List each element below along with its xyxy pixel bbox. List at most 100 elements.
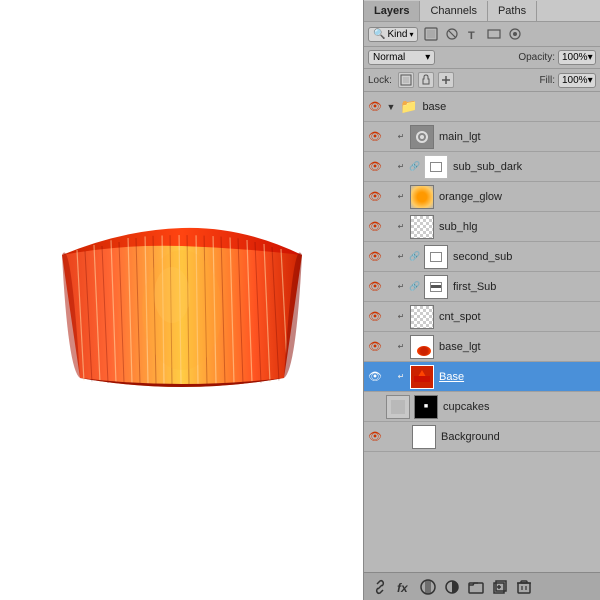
eye-icon: 👁 bbox=[368, 220, 382, 233]
layer-name-sub-hlg: sub_hlg bbox=[436, 221, 478, 233]
lock-label: Lock: bbox=[368, 75, 392, 86]
eye-icon: 👁 bbox=[368, 340, 382, 353]
layer-name-base-lgt: base_lgt bbox=[436, 341, 481, 353]
fill-input[interactable]: 100% ▾ bbox=[558, 73, 596, 88]
layer-thumbnail-second-sub bbox=[424, 245, 448, 269]
visibility-toggle-orange-glow[interactable]: 👁 bbox=[366, 188, 384, 206]
sublayer-arrow: ↵ bbox=[394, 162, 408, 171]
layer-name-Base: Base bbox=[436, 371, 464, 383]
tab-layers[interactable]: Layers bbox=[364, 1, 420, 21]
layer-item-cnt-spot[interactable]: 👁 ↵ cnt_spot bbox=[364, 302, 600, 332]
filter-icons: T bbox=[422, 25, 524, 43]
fx-button[interactable]: fx bbox=[394, 577, 414, 597]
visibility-toggle-sub-hlg[interactable]: 👁 bbox=[366, 218, 384, 236]
sublayer-arrow: ↵ bbox=[394, 252, 408, 261]
visibility-toggle-base-group[interactable]: 👁 bbox=[366, 98, 384, 116]
blend-mode-select[interactable]: Normal ▾ bbox=[368, 50, 435, 65]
fill-chevron-icon: ▾ bbox=[588, 75, 593, 86]
fill-area: Fill: 100% ▾ bbox=[539, 73, 596, 88]
chain-icon: 🔗 bbox=[408, 280, 422, 294]
smart-filter-icon[interactable] bbox=[506, 25, 524, 43]
layers-list[interactable]: 👁 ▼ 📁 base 👁 ↵ main_lgt 👁 ↵ 🔗 bbox=[364, 92, 600, 572]
fill-value: 100% bbox=[562, 75, 588, 86]
mask-button[interactable] bbox=[418, 577, 438, 597]
adjustment-filter-icon[interactable] bbox=[443, 25, 461, 43]
blend-mode-label: Normal bbox=[373, 52, 405, 63]
lock-pixels-icon[interactable] bbox=[398, 72, 414, 88]
panel-tabs: Layers Channels Paths bbox=[364, 0, 600, 22]
bottom-icons: fx bbox=[370, 577, 534, 597]
delete-layer-button[interactable] bbox=[514, 577, 534, 597]
layer-item-second-sub[interactable]: 👁 ↵ 🔗 second_sub bbox=[364, 242, 600, 272]
layer-name-base-group: base bbox=[419, 101, 446, 113]
layer-item-orange-glow[interactable]: 👁 ↵ orange_glow bbox=[364, 182, 600, 212]
visibility-toggle-first-sub[interactable]: 👁 bbox=[366, 278, 384, 296]
kind-select[interactable]: 🔍 Kind ▾ bbox=[368, 27, 418, 42]
opacity-row: Opacity: 100% ▾ bbox=[518, 50, 596, 65]
sublayer-arrow: ↵ bbox=[394, 282, 408, 291]
visibility-toggle-second-sub[interactable]: 👁 bbox=[366, 248, 384, 266]
folder-icon: 📁 bbox=[400, 98, 417, 115]
type-filter-icon[interactable]: T bbox=[464, 25, 482, 43]
kind-label: Kind bbox=[387, 29, 407, 40]
sublayer-arrow: ↵ bbox=[394, 312, 408, 321]
lock-all-icon[interactable] bbox=[438, 72, 454, 88]
eye-icon: 👁 bbox=[368, 160, 382, 173]
link-layers-button[interactable] bbox=[370, 577, 390, 597]
layer-item-base-group[interactable]: 👁 ▼ 📁 base bbox=[364, 92, 600, 122]
adjustment-button[interactable] bbox=[442, 577, 462, 597]
layer-item-main-lgt[interactable]: 👁 ↵ main_lgt bbox=[364, 122, 600, 152]
visibility-toggle-background[interactable]: 👁 bbox=[366, 428, 384, 446]
pixel-filter-icon[interactable] bbox=[422, 25, 440, 43]
layers-panel: Layers Channels Paths 🔍 Kind ▾ T bbox=[363, 0, 600, 600]
layer-thumbnail-orange-glow bbox=[410, 185, 434, 209]
eye-icon: 👁 bbox=[368, 190, 382, 203]
lock-position-icon[interactable] bbox=[418, 72, 434, 88]
visibility-toggle-sub-sub-dark[interactable]: 👁 bbox=[366, 158, 384, 176]
layer-item-background[interactable]: 👁 Background bbox=[364, 422, 600, 452]
svg-text:T: T bbox=[468, 30, 475, 41]
opacity-value: 100% bbox=[562, 52, 588, 63]
layer-item-cupcakes[interactable]: ■ cupcakes bbox=[364, 392, 600, 422]
visibility-toggle-Base[interactable]: 👁 bbox=[366, 368, 384, 386]
chevron-down-icon: ▾ bbox=[409, 30, 413, 39]
search-icon: 🔍 bbox=[373, 29, 385, 40]
sublayer-arrow: ↵ bbox=[394, 342, 408, 351]
layer-item-sub-hlg[interactable]: 👁 ↵ sub_hlg bbox=[364, 212, 600, 242]
layer-name-second-sub: second_sub bbox=[450, 251, 512, 263]
group-button[interactable] bbox=[466, 577, 486, 597]
expand-arrow-base-group[interactable]: ▼ bbox=[384, 102, 398, 112]
layer-item-sub-sub-dark[interactable]: 👁 ↵ 🔗 sub_sub_dark bbox=[364, 152, 600, 182]
sublayer-arrow: ↵ bbox=[394, 372, 408, 381]
fill-label: Fill: bbox=[539, 75, 555, 86]
layer-item-first-sub[interactable]: 👁 ↵ 🔗 first_Sub bbox=[364, 272, 600, 302]
tab-channels[interactable]: Channels bbox=[420, 1, 487, 21]
opacity-chevron-icon: ▾ bbox=[588, 52, 593, 63]
tab-paths[interactable]: Paths bbox=[488, 1, 537, 21]
layer-item-base-lgt[interactable]: 👁 ↵ base_lgt bbox=[364, 332, 600, 362]
layer-name-main-lgt: main_lgt bbox=[436, 131, 481, 143]
visibility-toggle-cnt-spot[interactable]: 👁 bbox=[366, 308, 384, 326]
layer-item-Base[interactable]: 👁 ↵ Base bbox=[364, 362, 600, 392]
layer-thumbnail-cupcakes: ■ bbox=[414, 395, 438, 419]
layer-name-background: Background bbox=[438, 431, 500, 443]
sublayer-arrow: ↵ bbox=[394, 222, 408, 231]
layer-thumbnail-base-lgt bbox=[410, 335, 434, 359]
layer-thumbnail-sub-hlg bbox=[410, 215, 434, 239]
layer-name-sub-sub-dark: sub_sub_dark bbox=[450, 161, 522, 173]
bottom-toolbar: fx bbox=[364, 572, 600, 600]
visibility-toggle-main-lgt[interactable]: 👁 bbox=[366, 128, 384, 146]
visibility-toggle-base-lgt[interactable]: 👁 bbox=[366, 338, 384, 356]
layer-name-cnt-spot: cnt_spot bbox=[436, 311, 481, 323]
eye-icon: 👁 bbox=[368, 100, 382, 113]
kind-toolbar-row: 🔍 Kind ▾ T bbox=[364, 22, 600, 47]
lock-fill-row: Lock: Fill: 100% ▾ bbox=[364, 69, 600, 92]
new-layer-button[interactable] bbox=[490, 577, 510, 597]
layer-thumbnail-cnt-spot bbox=[410, 305, 434, 329]
canvas-area bbox=[0, 0, 363, 600]
opacity-label: Opacity: bbox=[518, 52, 555, 63]
layer-thumbnail-first-sub bbox=[424, 275, 448, 299]
opacity-input[interactable]: 100% ▾ bbox=[558, 50, 596, 65]
cupcake-artwork bbox=[42, 190, 322, 410]
shape-filter-icon[interactable] bbox=[485, 25, 503, 43]
